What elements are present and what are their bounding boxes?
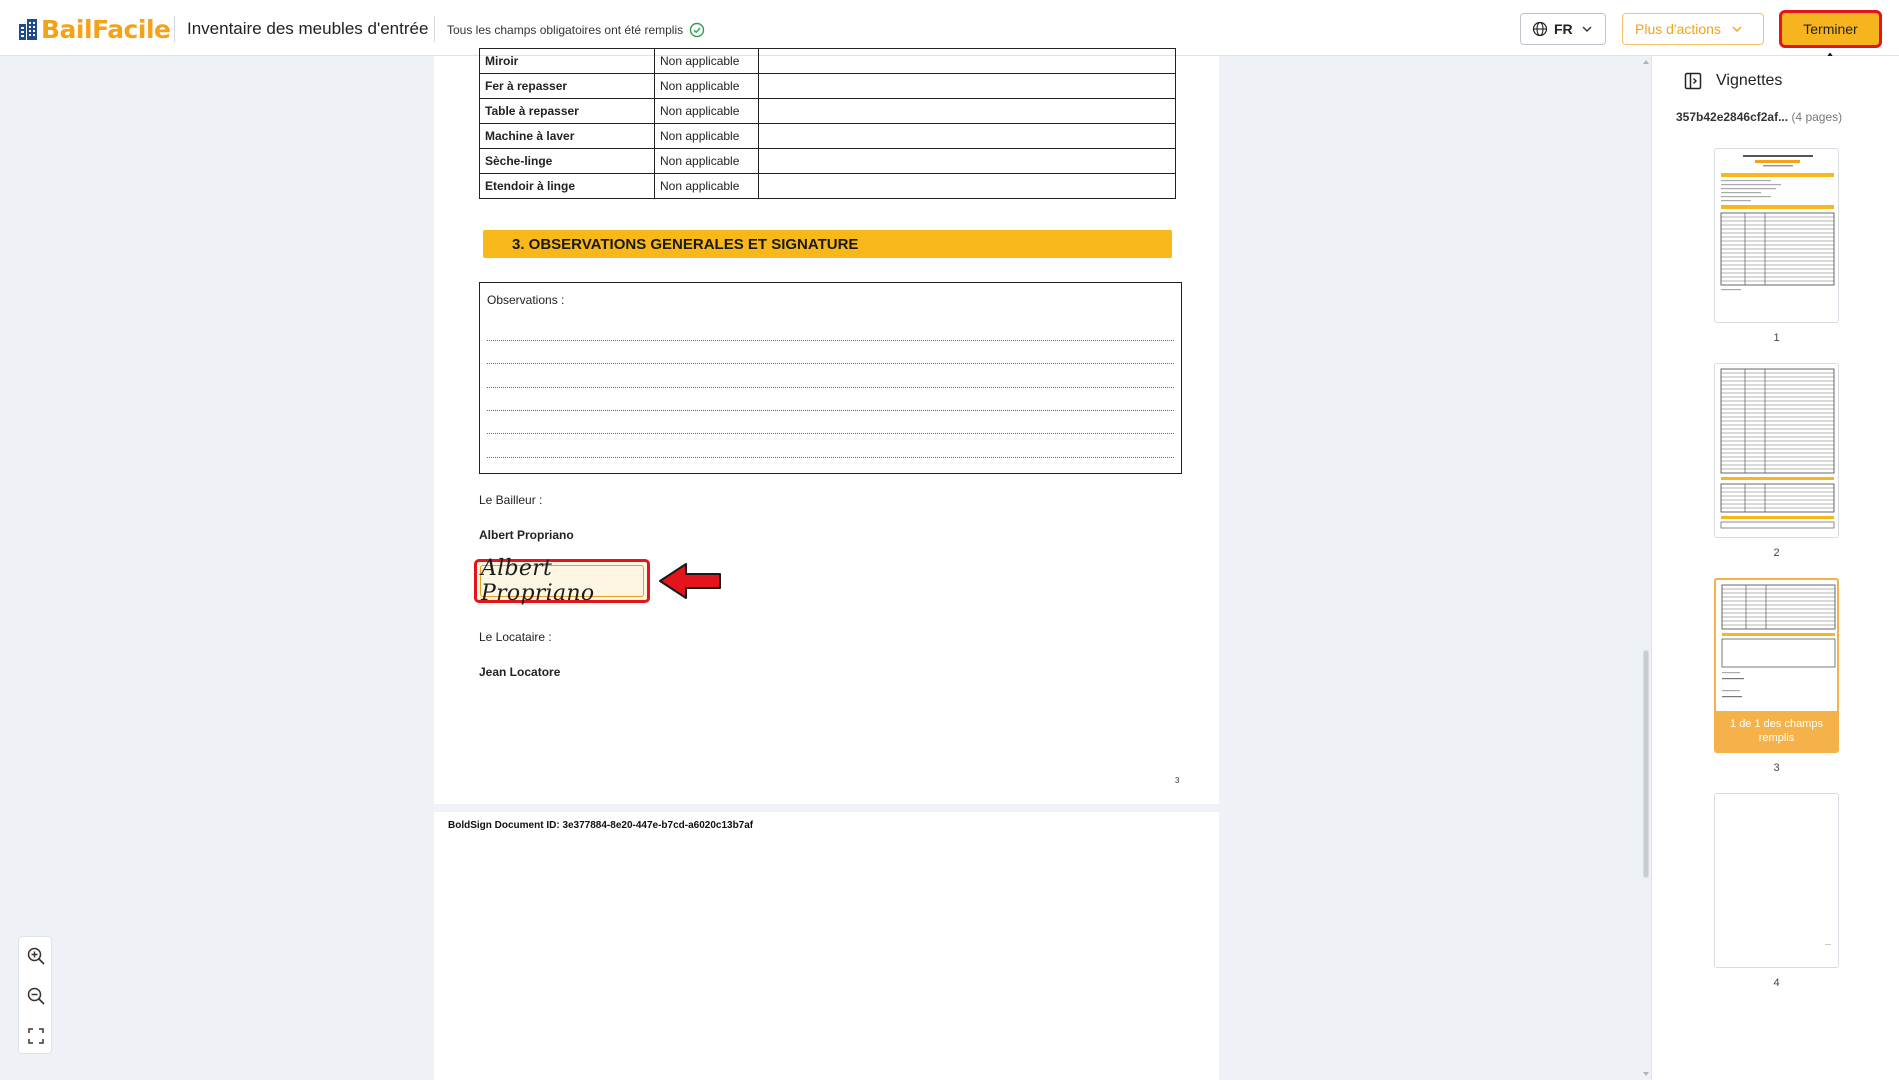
page-thumbnail-3[interactable]: 1 de 1 des champs remplis (1714, 578, 1839, 753)
item-value: Non applicable (654, 123, 759, 149)
file-name: 357b42e2846cf2af... (1676, 110, 1789, 124)
table-row: Machine à laver Non applicable (479, 123, 1176, 149)
logo-text: BailFacile (41, 14, 171, 44)
dotted-line (487, 457, 1174, 458)
item-value: Non applicable (654, 48, 759, 74)
scroll-up-icon[interactable] (1642, 58, 1650, 66)
app-logo[interactable]: BailFacile (18, 14, 171, 44)
completion-status: Tous les champs obligatoires ont été rem… (447, 22, 705, 38)
scroll-down-icon[interactable] (1642, 1070, 1650, 1078)
panel-header: Vignettes (1684, 72, 1782, 90)
fullscreen-icon[interactable] (26, 1026, 46, 1046)
item-name: Fer à repasser (479, 73, 655, 99)
thumbnail-preview (1720, 368, 1835, 529)
finish-button[interactable]: Terminer (1779, 10, 1882, 48)
item-observation (758, 123, 1176, 149)
header-divider (174, 16, 175, 42)
table-row: Miroir Non applicable (479, 48, 1176, 74)
dotted-line (487, 363, 1174, 364)
more-actions-button[interactable]: Plus d'actions (1622, 13, 1764, 45)
item-name: Table à repasser (479, 98, 655, 124)
item-observation (758, 98, 1176, 124)
panel-icon[interactable] (1684, 72, 1702, 90)
item-name: Etendoir à linge (479, 173, 655, 199)
item-name: Sèche-linge (479, 148, 655, 174)
page-thumbnail-1[interactable] (1714, 148, 1839, 323)
panel-title: Vignettes (1716, 72, 1783, 89)
chevron-down-icon (1582, 26, 1592, 32)
item-name: Machine à laver (479, 123, 655, 149)
item-value: Non applicable (654, 148, 759, 174)
item-observation (758, 173, 1176, 199)
item-value: Non applicable (654, 173, 759, 199)
item-value: Non applicable (654, 98, 759, 124)
landlord-label: Le Bailleur : (479, 493, 543, 507)
item-observation (758, 73, 1176, 99)
dotted-line (487, 387, 1174, 388)
signature-frame: Albert Propriano (480, 556, 644, 606)
dotted-line (487, 433, 1174, 434)
dotted-line (487, 340, 1174, 341)
dotted-line (487, 410, 1174, 411)
globe-icon (1532, 21, 1548, 37)
annotation-arrow-left (659, 563, 721, 599)
item-observation (758, 48, 1176, 74)
more-actions-label: Plus d'actions (1635, 21, 1721, 37)
language-selector[interactable]: FR (1520, 13, 1606, 45)
scrollbar-thumb[interactable] (1643, 650, 1649, 878)
header-divider (434, 16, 435, 42)
table-row: Sèche-linge Non applicable (479, 148, 1176, 174)
item-name: Miroir (479, 48, 655, 74)
inventory-table: Miroir Non applicable Fer à repasser Non… (479, 48, 1176, 199)
section-title: 3. OBSERVATIONS GENERALES ET SIGNATURE (512, 236, 859, 253)
tenant-label: Le Locataire : (479, 630, 552, 644)
zoom-controls (18, 936, 52, 1054)
observations-label: Observations : (487, 293, 565, 307)
page-thumbnail-2[interactable] (1714, 363, 1839, 538)
chevron-down-icon (1732, 26, 1742, 32)
language-label: FR (1554, 21, 1573, 37)
item-value: Non applicable (654, 73, 759, 99)
thumbnail-preview (1825, 944, 1831, 945)
status-text: Tous les champs obligatoires ont été rem… (447, 23, 684, 37)
thumbnail-number: 1 (1773, 332, 1780, 344)
thumbnails-panel: Vignettes 357b42e2846cf2af... (4 pages) (1651, 56, 1899, 1080)
thumbnail-number: 3 (1773, 762, 1780, 774)
page-count: (4 pages) (1791, 110, 1843, 124)
signature-text: Albert Propriano (481, 556, 595, 606)
page-separator (434, 804, 1219, 812)
logo-part-facile: Facile (92, 14, 171, 44)
table-row: Table à repasser Non applicable (479, 98, 1176, 124)
page-thumbnail-4[interactable] (1714, 793, 1839, 968)
thumbnail-number: 2 (1773, 547, 1780, 559)
document-page: BoldSign Document ID: 3e377884-8e20-447e… (434, 812, 1219, 1080)
document-page: Miroir Non applicable Fer à repasser Non… (434, 48, 1219, 804)
landlord-name: Albert Propriano (479, 528, 574, 542)
thumbnail-preview (1720, 155, 1835, 291)
tenant-name: Jean Locatore (479, 665, 561, 679)
item-observation (758, 148, 1176, 174)
file-info: 357b42e2846cf2af... (4 pages) (1676, 110, 1842, 124)
check-circle-icon (689, 22, 705, 38)
document-scrollbar[interactable] (1641, 56, 1651, 1080)
observations-box: Observations : (479, 282, 1182, 474)
zoom-in-icon[interactable] (26, 946, 46, 966)
zoom-out-icon[interactable] (26, 986, 46, 1006)
page-number: 3 (1175, 776, 1180, 785)
table-row: Fer à repasser Non applicable (479, 73, 1176, 99)
document-title: Inventaire des meubles d'entrée (187, 19, 429, 38)
signature-field[interactable]: Albert Propriano (474, 556, 650, 606)
boldsign-document-id: BoldSign Document ID: 3e377884-8e20-447e… (448, 820, 754, 831)
logo-part-bail: Bail (41, 14, 93, 44)
section-heading: 3. OBSERVATIONS GENERALES ET SIGNATURE (483, 230, 1172, 258)
building-icon (19, 19, 37, 40)
thumbnail-number: 4 (1773, 977, 1780, 989)
table-row: Etendoir à linge Non applicable (479, 173, 1176, 199)
fields-filled-overlay: 1 de 1 des champs remplis (1716, 711, 1837, 751)
